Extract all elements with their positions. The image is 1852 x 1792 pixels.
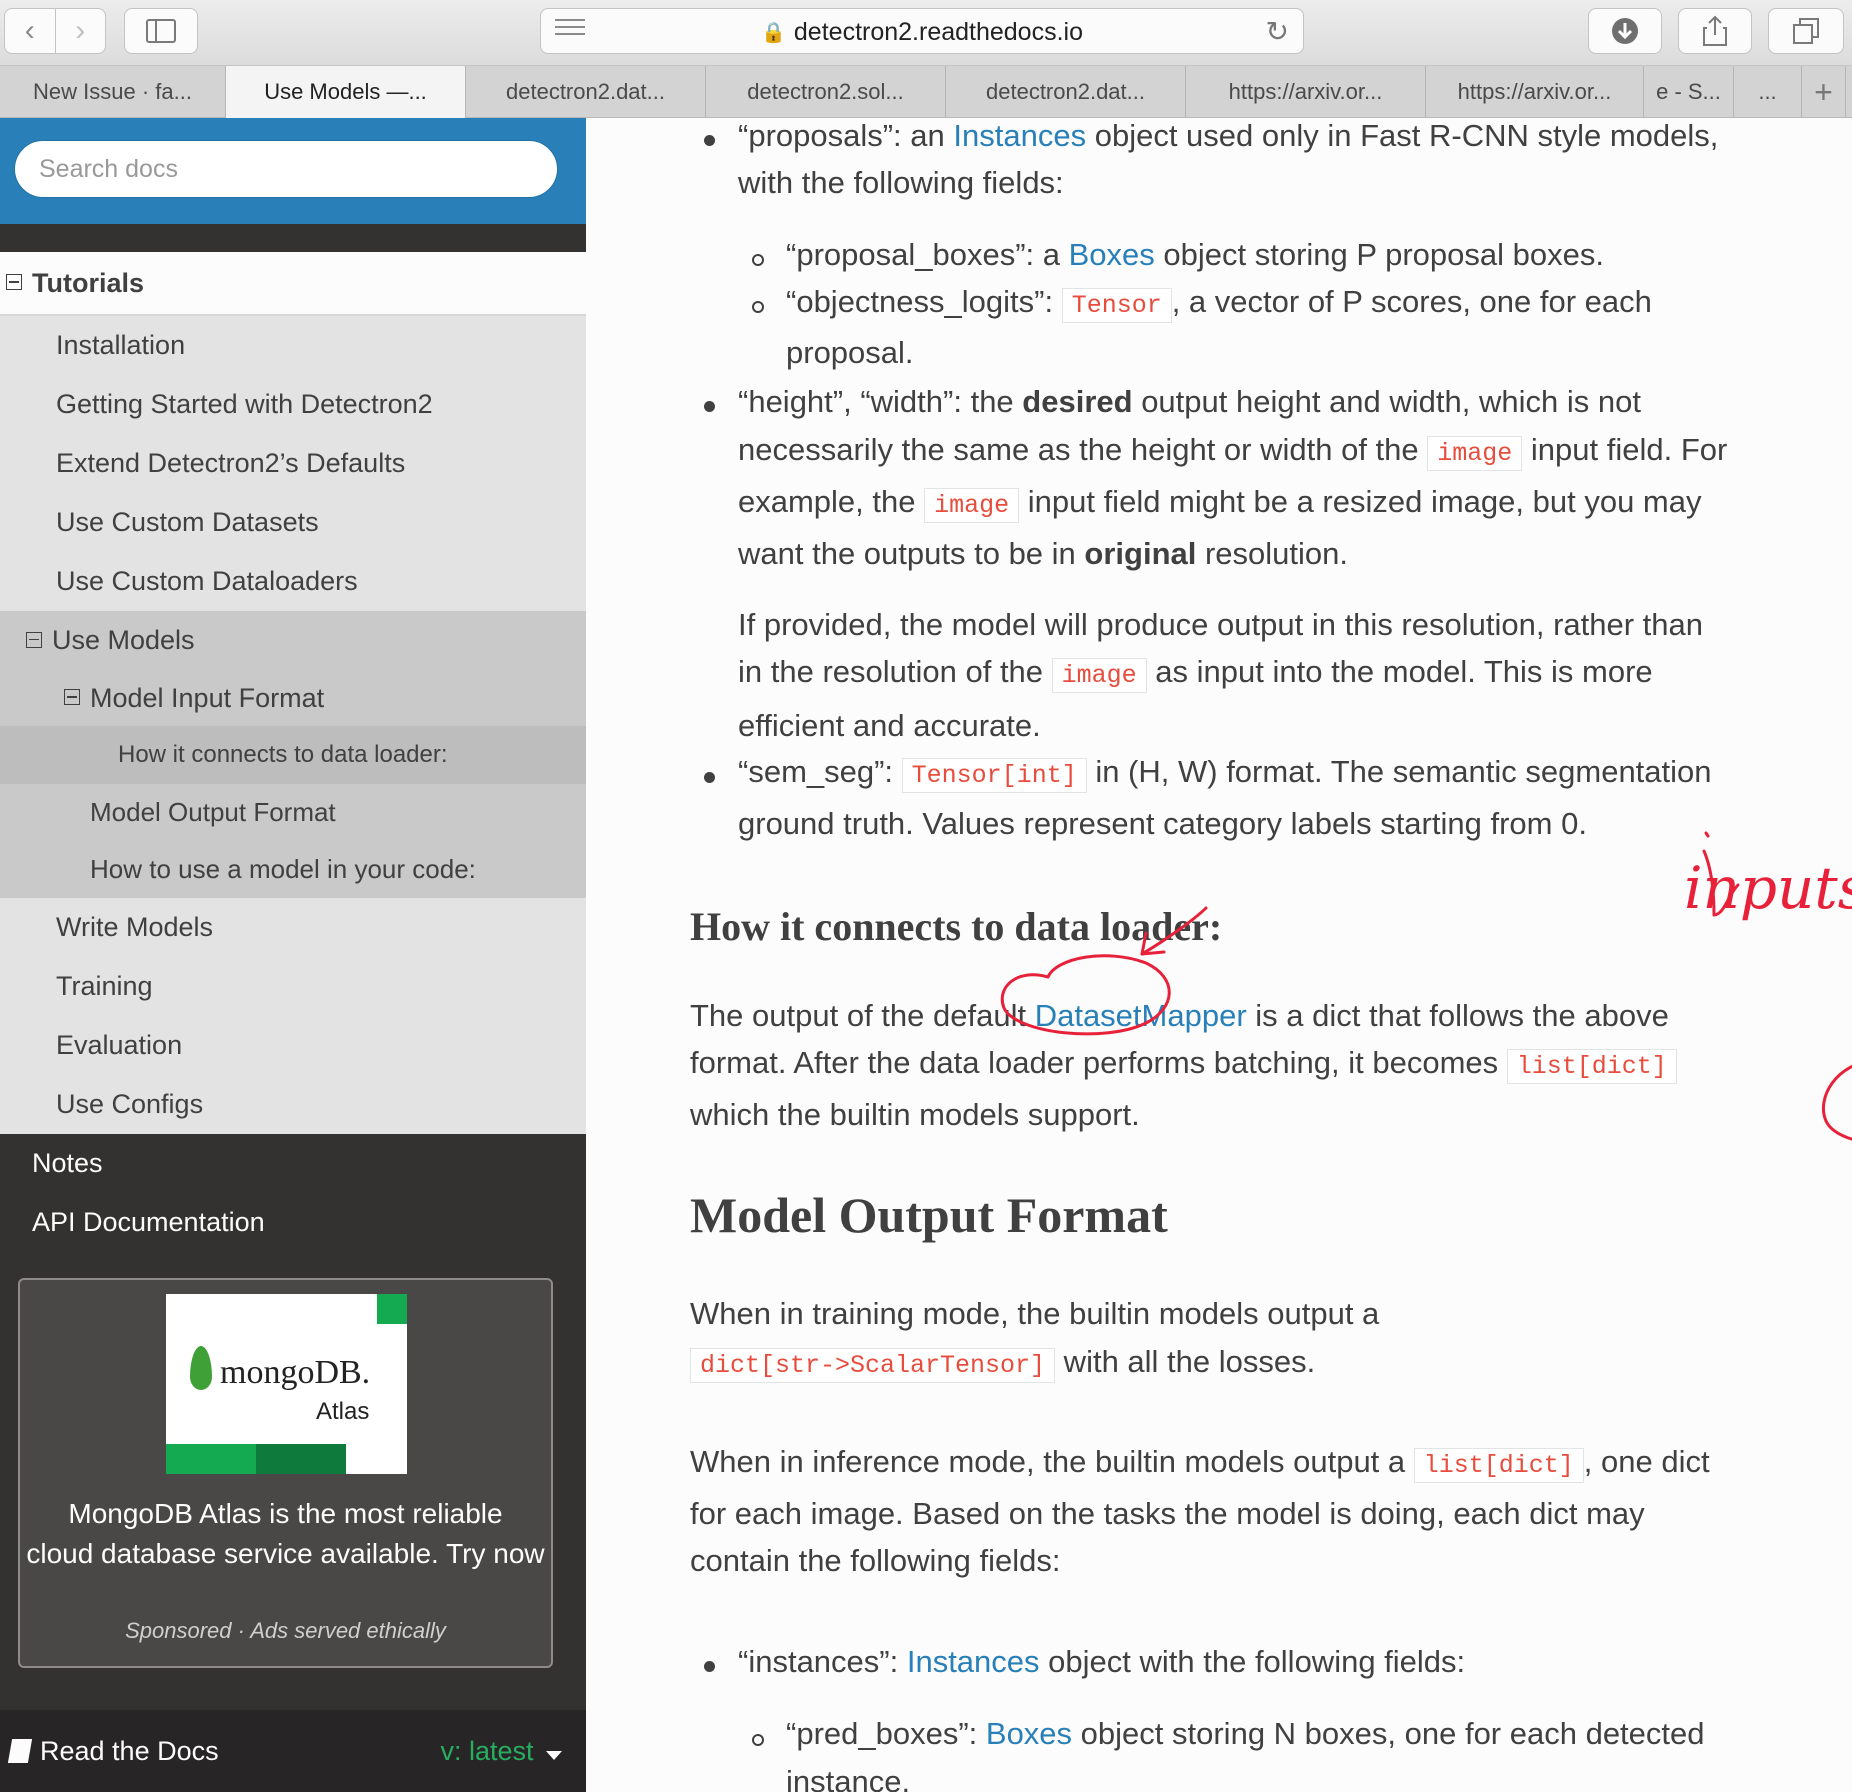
address-bar[interactable]: 🔒 detectron2.readthedocs.io ↻ [540, 8, 1304, 54]
navigation-buttons: ‹ › [4, 8, 106, 54]
docs-sidebar: Search docs Tutorials Installation Getti… [0, 118, 586, 1792]
tab-arxiv-2[interactable]: https://arxiv.or... [1426, 66, 1644, 118]
circle-annotation [1821, 1064, 1852, 1141]
collapse-icon[interactable] [26, 631, 42, 648]
sidebar-item-use-configs[interactable]: Use Configs [0, 1075, 586, 1134]
ad-logo-image[interactable]: mongoDB. Atlas [166, 1294, 407, 1474]
sidebar-item-notes[interactable]: Notes [0, 1134, 586, 1193]
sidebar-item-api-docs[interactable]: API Documentation [0, 1193, 586, 1252]
forward-icon[interactable]: › [54, 9, 106, 53]
ad-logo-word: mongoDB. [220, 1354, 371, 1391]
sidebar-item-model-input-format[interactable]: Model Input Format [0, 670, 586, 726]
version-label: v: latest [440, 1735, 534, 1766]
tabs-icon [1793, 18, 1819, 44]
sidebar-item-use-in-code[interactable]: How to use a model in your code: [0, 841, 586, 898]
share-button[interactable] [1678, 8, 1752, 54]
circle-annotation [1000, 954, 1171, 1036]
sidebar-item-write-models[interactable]: Write Models [0, 898, 586, 957]
caret-down-icon [546, 1750, 562, 1760]
tab-bar: New Issue · fa... Use Models —... detect… [0, 66, 1852, 118]
tab-detectron2-dat-1[interactable]: detectron2.dat... [466, 66, 706, 118]
sidebar-toggle-button[interactable] [124, 8, 198, 54]
sidebar-item-extend-defaults[interactable]: Extend Detectron2’s Defaults [0, 434, 586, 493]
sidebar-item-getting-started[interactable]: Getting Started with Detectron2 [0, 375, 586, 434]
tab-new-issue[interactable]: New Issue · fa... [0, 66, 226, 118]
handwritten-text: inputs ? [1684, 854, 1852, 922]
tab-arxiv-1[interactable]: https://arxiv.or... [1186, 66, 1426, 118]
lock-icon: 🔒 [761, 21, 786, 44]
leaf-icon [190, 1346, 212, 1390]
share-icon [1703, 15, 1727, 46]
sidebar-item-evaluation[interactable]: Evaluation [0, 1016, 586, 1075]
arrow-annotation [1140, 906, 1208, 956]
download-button[interactable] [1588, 8, 1662, 54]
tab-detectron2-sol[interactable]: detectron2.sol... [706, 66, 946, 118]
sidebar-item-custom-dataloaders[interactable]: Use Custom Dataloaders [0, 552, 586, 611]
sidebar-item-use-models[interactable]: Use Models [0, 611, 586, 670]
url-text: detectron2.readthedocs.io [793, 17, 1083, 46]
ad-footer[interactable]: Sponsored · Ads served ethically [20, 1618, 551, 1644]
rtd-version-bar[interactable]: Read the Docs v: latest [0, 1710, 586, 1792]
sidebar-item-connects-loader[interactable]: How it connects to data loader: [0, 726, 586, 784]
sidebar-item-training[interactable]: Training [0, 957, 586, 1016]
sponsored-ad[interactable]: mongoDB. Atlas MongoDB Atlas is the most… [18, 1278, 553, 1668]
sidebar-item-installation[interactable]: Installation [0, 316, 586, 375]
sidebar-item-tutorials[interactable]: Tutorials [0, 252, 586, 316]
ad-logo-sub: Atlas [316, 1398, 370, 1425]
ad-text[interactable]: MongoDB Atlas is the most reliable cloud… [20, 1494, 551, 1574]
download-icon [1612, 18, 1638, 44]
sidebar-item-custom-datasets[interactable]: Use Custom Datasets [0, 493, 586, 552]
tab-detectron2-dat-2[interactable]: detectron2.dat... [946, 66, 1186, 118]
sidebar-icon [146, 19, 176, 43]
rtd-label: Read the Docs [40, 1735, 219, 1766]
search-input[interactable]: Search docs [14, 140, 558, 198]
tabs-overview-button[interactable] [1768, 8, 1844, 54]
search-area: Search docs [0, 118, 586, 224]
back-icon[interactable]: ‹ [5, 9, 55, 53]
tab-overflow[interactable]: ... [1734, 66, 1802, 118]
collapse-icon[interactable] [6, 274, 22, 290]
tab-use-models[interactable]: Use Models —... [226, 66, 466, 118]
sidebar-item-model-output-format[interactable]: Model Output Format [0, 784, 586, 841]
new-tab-icon[interactable]: + [1802, 66, 1846, 118]
sidebar-nav: Tutorials Installation Getting Started w… [0, 252, 586, 1252]
handwritten-annotation: inputs ? [1000, 831, 1852, 1141]
reload-icon[interactable]: ↻ [1266, 15, 1289, 48]
collapse-icon[interactable] [64, 689, 80, 705]
browser-toolbar: ‹ › 🔒 detectron2.readthedocs.io ↻ [0, 0, 1852, 66]
main-content: “proposals”: an Instances object used on… [586, 118, 1852, 1792]
tab-e-s[interactable]: e - S... [1644, 66, 1734, 118]
book-icon [7, 1739, 33, 1763]
